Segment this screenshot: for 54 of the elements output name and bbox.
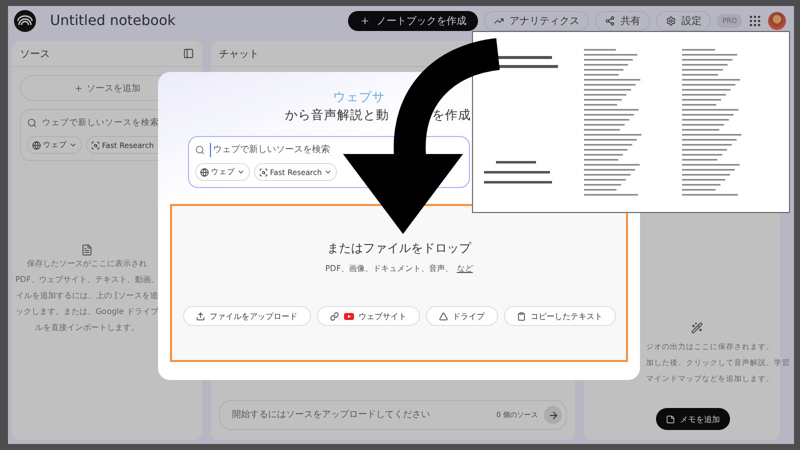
notebook-title: Untitled notebook: [50, 13, 176, 29]
upload-source-button[interactable]: ファイルをアップロード: [182, 306, 310, 326]
drive-source-button[interactable]: ドライブ: [426, 306, 498, 326]
note-icon: [666, 414, 675, 424]
plus-icon: [360, 16, 370, 26]
share-button[interactable]: 共有: [595, 11, 650, 31]
arrow-right-icon: [548, 410, 558, 420]
dialog-heading: を作成: [432, 106, 471, 124]
triangle-icon: [438, 312, 448, 320]
avatar[interactable]: [768, 12, 786, 30]
analytics-button[interactable]: アナリティクス: [484, 11, 590, 31]
logo-icon: [14, 10, 36, 32]
send-button[interactable]: [544, 406, 562, 424]
settings-icon: [666, 16, 676, 26]
link-icon: [330, 312, 338, 320]
empty-state-text: イルを追加するには、上の [ソースを追: [16, 290, 158, 302]
apps-grid-icon[interactable]: [748, 14, 762, 28]
empty-state-text: ルを直接インポートします。: [35, 322, 139, 334]
chevron-down-icon: [237, 168, 245, 176]
settings-button[interactable]: 設定: [656, 11, 712, 31]
create-notebook-button[interactable]: ノートブックを作成: [348, 11, 478, 31]
message-field[interactable]: 開始するにはソースをアップロードしてください: [232, 408, 490, 422]
scan-search-icon: [259, 168, 268, 176]
empty-state-text: PDF、ウェブサイト、テキスト、動画、: [15, 274, 159, 286]
search-icon: [195, 145, 205, 155]
sidebar-toggle-icon[interactable]: [183, 48, 194, 59]
wand-icon: [691, 322, 703, 334]
trend-line-icon: [494, 16, 504, 26]
empty-state-text: 保存したソースがここに表示され: [27, 258, 147, 270]
chevron-down-icon: [324, 168, 332, 176]
video-play-icon: [344, 312, 354, 320]
scan-search-icon: [91, 140, 100, 150]
globe-icon: [32, 140, 41, 150]
upload-icon: [196, 312, 204, 320]
more-link[interactable]: など: [456, 263, 473, 274]
panel-title: チャット: [219, 48, 259, 60]
dialog-heading: から音声解説と動: [285, 106, 389, 124]
drop-zone[interactable]: またはファイルをドロップ PDF、画像、ドキュメント、音声、 など ファイルをアップロード ウェブサイト ドライブ コピーしたテキスト: [170, 204, 628, 362]
file-types-hint: PDF、画像、ドキュメント、音声、: [325, 263, 453, 274]
panel-title: ソース: [20, 48, 50, 60]
search-icon: [27, 118, 37, 128]
chevron-down-icon: [69, 141, 77, 149]
website-source-button[interactable]: ウェブサイト: [316, 306, 420, 326]
dialog-heading: ウェブサ: [333, 88, 385, 106]
drop-title: またはファイルをドロップ: [327, 240, 471, 257]
plus-icon: [74, 84, 82, 92]
document-icon: [81, 244, 93, 256]
search-field[interactable]: ウェブで新しいソースを検索: [42, 116, 187, 130]
share-icon: [605, 16, 616, 26]
clipboard-icon: [516, 312, 526, 320]
globe-icon: [200, 168, 209, 176]
add-note-button[interactable]: メモを追加: [656, 408, 730, 430]
paste-source-button[interactable]: コピーしたテキスト: [504, 306, 616, 326]
empty-state-text: ックします。または、Google ドライブ: [16, 306, 158, 318]
